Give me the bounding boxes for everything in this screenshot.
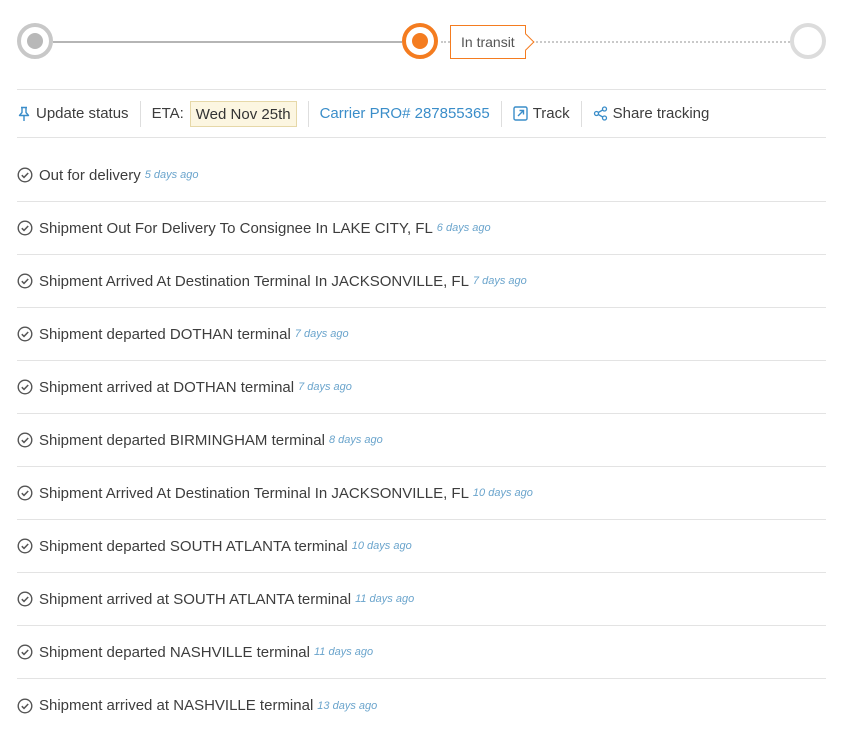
pin-icon xyxy=(18,106,30,121)
list-item: Shipment departed DOTHAN terminal 7 days … xyxy=(17,308,826,361)
event-time-ago: 11 days ago xyxy=(313,646,374,658)
list-item: Out for delivery 5 days ago xyxy=(17,149,826,202)
toolbar-divider xyxy=(307,100,309,127)
track-button[interactable]: Track xyxy=(512,101,570,127)
step-current-marker xyxy=(402,23,438,59)
toolbar-divider xyxy=(139,100,141,127)
step-completed-marker xyxy=(17,23,53,59)
track-label: Track xyxy=(532,105,570,122)
share-tracking-label: Share tracking xyxy=(612,105,710,122)
eta-value: Wed Nov 25th xyxy=(189,100,297,127)
event-text: Shipment Arrived At Destination Terminal… xyxy=(39,484,469,502)
list-item: Shipment Arrived At Destination Terminal… xyxy=(17,467,826,520)
check-circle-icon xyxy=(17,167,33,183)
event-text: Shipment departed DOTHAN terminal xyxy=(39,325,291,343)
event-text: Shipment arrived at NASHVILLE terminal xyxy=(39,697,314,714)
check-circle-icon xyxy=(17,538,33,554)
list-item: Shipment arrived at SOUTH ATLANTA termin… xyxy=(17,573,826,626)
event-time-ago: 11 days ago xyxy=(355,593,415,605)
event-text: Shipment departed NASHVILLE terminal xyxy=(39,643,310,661)
check-circle-icon xyxy=(17,273,33,289)
external-link-icon xyxy=(512,106,528,121)
event-time-ago: 10 days ago xyxy=(472,487,533,499)
check-circle-icon xyxy=(17,220,33,236)
event-time-ago: 5 days ago xyxy=(144,169,199,181)
list-item: Shipment arrived at DOTHAN terminal 7 day… xyxy=(17,361,826,414)
event-time-ago: 7 days ago xyxy=(298,381,352,393)
check-circle-icon xyxy=(17,485,33,501)
update-status-label: Update status xyxy=(36,105,129,122)
check-circle-icon xyxy=(17,326,33,342)
share-tracking-button[interactable]: Share tracking xyxy=(593,101,710,127)
list-item: Shipment Arrived At Destination Terminal… xyxy=(17,255,826,308)
step-future-marker xyxy=(790,23,826,59)
event-text: Shipment departed BIRMINGHAM terminal xyxy=(39,431,325,449)
list-item: Shipment departed BIRMINGHAM terminal 8 d… xyxy=(17,414,826,467)
current-status-label: In transit xyxy=(450,25,526,59)
toolbar-divider xyxy=(580,100,582,127)
eta-label: ETA: xyxy=(151,105,184,122)
event-time-ago: 13 days ago xyxy=(317,699,378,712)
list-item: Shipment departed NASHVILLE terminal 11 d… xyxy=(17,626,826,679)
eta-group: ETA: Wed Nov 25th xyxy=(151,100,297,127)
progress-line-completed xyxy=(53,41,402,43)
update-status-button[interactable]: Update status xyxy=(17,101,129,127)
event-text: Shipment Arrived At Destination Terminal… xyxy=(39,272,469,290)
event-time-ago: 8 days ago xyxy=(328,434,383,446)
event-text: Out for delivery xyxy=(39,166,141,184)
tracking-events-list: Out for delivery 5 days ago Shipment Out F… xyxy=(17,149,826,732)
event-text: Shipment departed SOUTH ATLANTA terminal xyxy=(39,537,348,555)
check-circle-icon xyxy=(17,697,33,714)
event-time-ago: 7 days ago xyxy=(472,275,527,287)
event-time-ago: 7 days ago xyxy=(294,328,349,340)
event-time-ago: 10 days ago xyxy=(351,540,412,552)
check-circle-icon xyxy=(17,432,33,448)
check-circle-icon xyxy=(17,644,33,660)
event-text: Shipment arrived at SOUTH ATLANTA termin… xyxy=(39,590,352,608)
share-icon xyxy=(593,106,607,121)
event-time-ago: 6 days ago xyxy=(436,222,491,234)
progress-tracker: In transit xyxy=(0,0,845,84)
list-item: Shipment Out For Delivery To Consignee I… xyxy=(17,202,826,255)
list-item: Shipment departed SOUTH ATLANTA terminal… xyxy=(17,520,826,573)
check-circle-icon xyxy=(17,379,33,395)
toolbar-divider xyxy=(500,100,502,127)
event-text: Shipment arrived at DOTHAN terminal xyxy=(39,378,295,396)
carrier-pro-link[interactable]: Carrier PRO# 287855365 xyxy=(320,101,490,127)
event-text: Shipment Out For Delivery To Consignee I… xyxy=(39,219,433,237)
check-circle-icon xyxy=(17,591,33,607)
shipment-toolbar: Update status ETA: Wed Nov 25th Carrier … xyxy=(17,89,826,138)
list-item: Shipment arrived at NASHVILLE terminal 13… xyxy=(17,679,826,732)
